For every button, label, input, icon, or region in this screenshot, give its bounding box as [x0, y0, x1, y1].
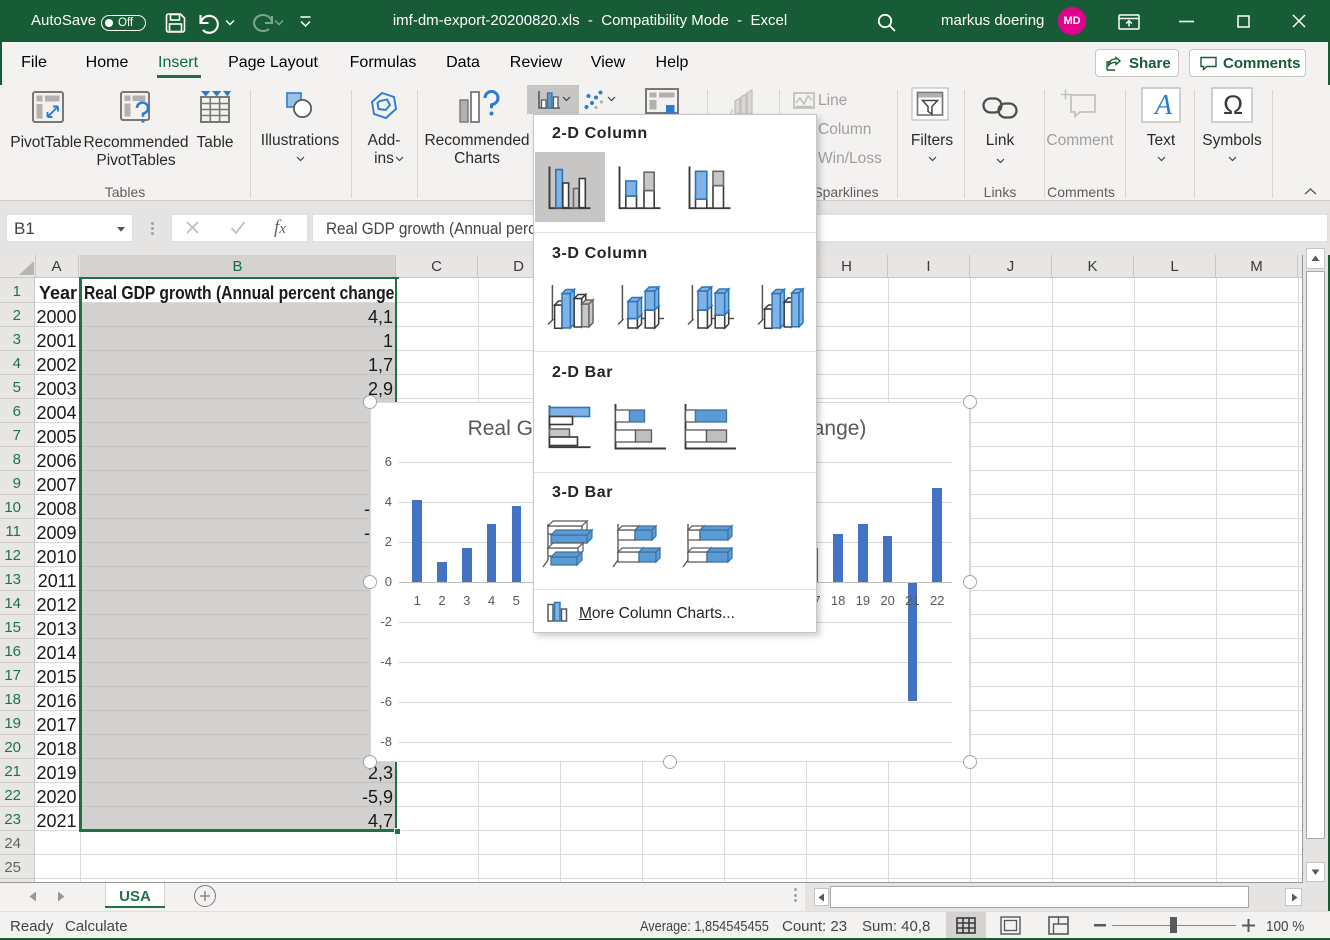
- svg-text:Ω: Ω: [1223, 90, 1243, 120]
- svg-text:A: A: [1153, 90, 1173, 121]
